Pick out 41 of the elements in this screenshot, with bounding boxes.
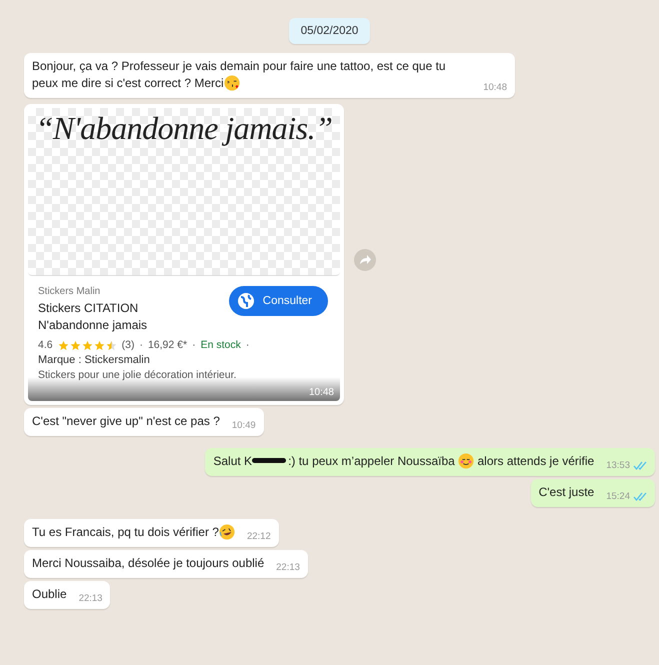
star-icon [106, 340, 117, 350]
forward-icon[interactable] [354, 249, 376, 271]
message-time: 15:24 [606, 490, 630, 504]
message-time: 22:12 [246, 530, 271, 544]
smiling-face-icon [458, 453, 474, 469]
separator-dot: · [246, 339, 250, 351]
separator-dot: · [192, 339, 196, 351]
rating-text: 4.6 [38, 339, 53, 351]
product-card[interactable]: “N'abandonne jamais.” Stickers Malin Stickers CITATION N'abandonne jamais 4.6 (3) · 16,92 €* · En stock · Marque : Stickersmalin Stickers pour une jolie décoration intérieur. Consulter 10:48 [24, 104, 344, 405]
star-icon [82, 340, 93, 350]
star-icon [70, 340, 81, 350]
sticker-caption: “N'abandonne jamais.” [36, 110, 332, 147]
message-time: 10:48 [483, 81, 507, 95]
rating-text: (3) [122, 339, 134, 351]
product-title: Stickers CITATION N'abandonne jamais [38, 300, 148, 334]
redaction-scribble [252, 458, 286, 463]
message-time: 22:13 [78, 592, 102, 606]
laughing-face-icon [218, 524, 235, 540]
brand-text: Marque : Stickersmalin [38, 354, 151, 366]
star-icon [58, 340, 69, 350]
message-text: Bonjour, ça va ? Professeur je vais demain pour faire une tattoo, est ce que tu peux me dire si c'est correct ? Merci [32, 58, 447, 92]
availability-text: En stock [200, 339, 241, 351]
message-text: Merci Noussaiba, désolée je toujours oublié [32, 555, 264, 572]
message-text: C'est juste [538, 484, 594, 501]
message-time: 10:49 [232, 419, 256, 433]
message-text: Oublie [32, 586, 67, 603]
seller-name: Stickers Malin [38, 286, 102, 297]
product-description: Stickers pour une jolie décoration intérieur. [38, 369, 238, 381]
globe-icon [236, 292, 255, 310]
consult-button[interactable]: Consulter [228, 286, 328, 316]
star-icon [94, 340, 105, 350]
message-time: 22:13 [276, 561, 300, 575]
date-chip: 05/02/2020 [288, 18, 370, 44]
message-text: C'est "never give up" n'est ce pas ? [32, 413, 220, 430]
kissing-face-icon [224, 75, 240, 91]
message-text: Tu es Francais, pq tu dois vérifier ? [32, 524, 235, 541]
message-time: 13:53 [606, 459, 630, 473]
rating-text: 16,92 €* [148, 339, 188, 351]
separator-dot: · [139, 339, 143, 351]
message-time: 10:48 [308, 387, 334, 398]
message-text: Salut K :) tu peux m’appeler Noussaïba alors attends je vérifie [213, 453, 594, 470]
